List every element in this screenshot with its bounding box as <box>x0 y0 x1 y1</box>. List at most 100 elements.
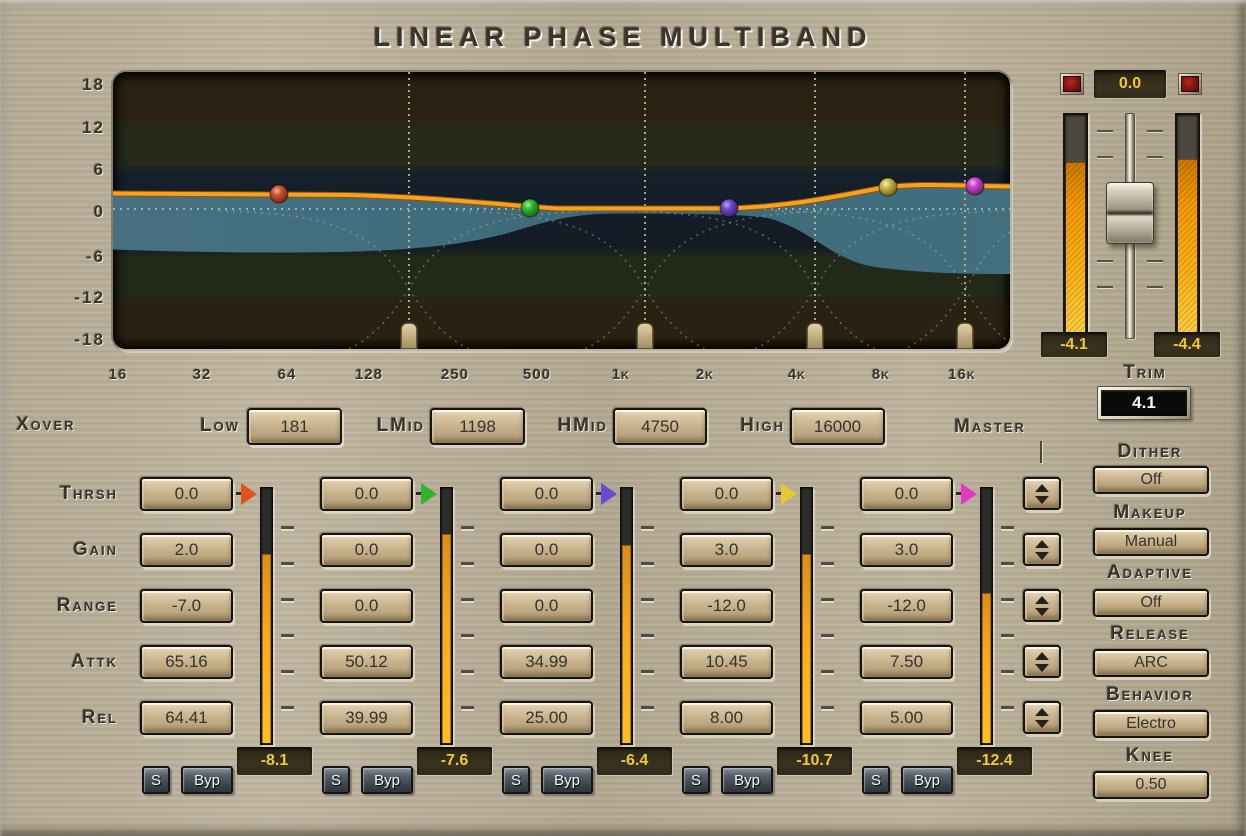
band1-solo-button[interactable]: S <box>142 766 170 794</box>
master-fader-knob[interactable] <box>1106 182 1154 244</box>
y-tick: -6 <box>55 247 105 267</box>
band3-gain[interactable]: 0.0 <box>500 533 593 567</box>
knee-select[interactable]: 0.50 <box>1093 771 1209 799</box>
band5-solo-button[interactable]: S <box>862 766 890 794</box>
fader-tick <box>1097 156 1113 158</box>
makeup-select[interactable]: Manual <box>1093 528 1209 556</box>
band1-bypass-button[interactable]: Byp <box>181 766 233 794</box>
band4-attk[interactable]: 10.45 <box>680 645 773 679</box>
master-attk-stepper[interactable] <box>1023 645 1061 678</box>
band2-attk[interactable]: 50.12 <box>320 645 413 679</box>
release-label: Release <box>1080 623 1220 645</box>
band3-solo-button[interactable]: S <box>502 766 530 794</box>
meter-fill <box>1066 162 1085 333</box>
meter-fill <box>1178 159 1197 333</box>
band4-threshold-arrow[interactable] <box>781 483 797 505</box>
band5-bypass-button[interactable]: Byp <box>901 766 953 794</box>
master-rel-stepper[interactable] <box>1023 701 1061 734</box>
band1-attk[interactable]: 65.16 <box>140 645 233 679</box>
band3-bypass-button[interactable]: Byp <box>541 766 593 794</box>
makeup-label: Makeup <box>1080 502 1220 524</box>
release-select[interactable]: ARC <box>1093 649 1209 677</box>
band1-thrsh[interactable]: 0.0 <box>140 477 233 511</box>
meter-tick <box>281 598 294 601</box>
band5-rel[interactable]: 5.00 <box>860 701 953 735</box>
meter-tick <box>641 706 654 709</box>
meter-tick <box>641 562 654 565</box>
graph-canvas <box>113 72 1010 349</box>
y-tick: 12 <box>55 118 105 138</box>
band2-node[interactable] <box>521 199 539 217</box>
meter-tick <box>281 706 294 709</box>
band1-threshold-arrow[interactable] <box>241 483 257 505</box>
xover-lmid-label: LMid <box>345 415 425 437</box>
band1-gain[interactable]: 2.0 <box>140 533 233 567</box>
adaptive-select[interactable]: Off <box>1093 589 1209 617</box>
band1-attenuation-readout: -8.1 <box>237 747 312 775</box>
band2-gain[interactable]: 0.0 <box>320 533 413 567</box>
band5-attk[interactable]: 7.50 <box>860 645 953 679</box>
band2-solo-button[interactable]: S <box>322 766 350 794</box>
xover-lmid-value[interactable]: 1198 <box>430 408 525 445</box>
clip-led-right[interactable] <box>1178 73 1202 95</box>
band4-gain[interactable]: 3.0 <box>680 533 773 567</box>
y-tick: -18 <box>55 330 105 350</box>
meter-tick <box>461 562 474 565</box>
x-tick: 8k <box>849 366 913 383</box>
band4-meter <box>800 487 813 745</box>
band2-threshold-arrow[interactable] <box>421 483 437 505</box>
band3-rel[interactable]: 25.00 <box>500 701 593 735</box>
meter-tick <box>1001 670 1014 673</box>
master-thrsh-stepper[interactable] <box>1023 477 1061 510</box>
band4-range[interactable]: -12.0 <box>680 589 773 623</box>
band3-thrsh[interactable]: 0.0 <box>500 477 593 511</box>
band3-threshold-arrow[interactable] <box>601 483 617 505</box>
band1-rel[interactable]: 64.41 <box>140 701 233 735</box>
band3-attk[interactable]: 34.99 <box>500 645 593 679</box>
xover-hmid-value[interactable]: 4750 <box>613 408 707 445</box>
meter-readout-left: -4.1 <box>1041 332 1107 357</box>
band4-node[interactable] <box>879 178 897 196</box>
x-tick: 32 <box>170 366 234 383</box>
up-arrow-icon <box>1035 484 1049 492</box>
band5-gain[interactable]: 3.0 <box>860 533 953 567</box>
band4-bypass-button[interactable]: Byp <box>721 766 773 794</box>
band2-range[interactable]: 0.0 <box>320 589 413 623</box>
band5-thrsh[interactable]: 0.0 <box>860 477 953 511</box>
trim-label: Trim <box>1095 362 1195 384</box>
dither-select[interactable]: Off <box>1093 466 1209 494</box>
band4-solo-button[interactable]: S <box>682 766 710 794</box>
band1-node[interactable] <box>270 185 288 203</box>
band2-bypass-button[interactable]: Byp <box>361 766 413 794</box>
band1-range[interactable]: -7.0 <box>140 589 233 623</box>
fader-tick <box>1147 286 1163 288</box>
meter-tick <box>821 526 834 529</box>
crossover-handles[interactable] <box>401 323 973 349</box>
master-gain-stepper[interactable] <box>1023 533 1061 566</box>
meter-tick <box>281 670 294 673</box>
band4-rel[interactable]: 8.00 <box>680 701 773 735</box>
behavior-select[interactable]: Electro <box>1093 710 1209 738</box>
band5-node[interactable] <box>966 177 984 195</box>
xover-low-value[interactable]: 181 <box>247 408 342 445</box>
band3-node[interactable] <box>720 199 738 217</box>
clip-led-left[interactable] <box>1060 73 1084 95</box>
clip-led-glass <box>1181 76 1199 92</box>
meter-tick <box>1001 526 1014 529</box>
master-range-stepper[interactable] <box>1023 589 1061 622</box>
band5-threshold-arrow[interactable] <box>961 483 977 505</box>
band4-thrsh[interactable]: 0.0 <box>680 477 773 511</box>
trim-display[interactable]: 4.1 <box>1097 386 1191 420</box>
band3-meter <box>620 487 633 745</box>
master-label: Master <box>935 416 1045 438</box>
band3-range[interactable]: 0.0 <box>500 589 593 623</box>
band5-range[interactable]: -12.0 <box>860 589 953 623</box>
band2-thrsh[interactable]: 0.0 <box>320 477 413 511</box>
behavior-label: Behavior <box>1080 684 1220 706</box>
fader-tick <box>1147 156 1163 158</box>
meter-tick <box>1001 598 1014 601</box>
xover-high-value[interactable]: 16000 <box>790 408 885 445</box>
meter-tick <box>281 526 294 529</box>
y-tick: 0 <box>55 202 105 222</box>
band2-rel[interactable]: 39.99 <box>320 701 413 735</box>
